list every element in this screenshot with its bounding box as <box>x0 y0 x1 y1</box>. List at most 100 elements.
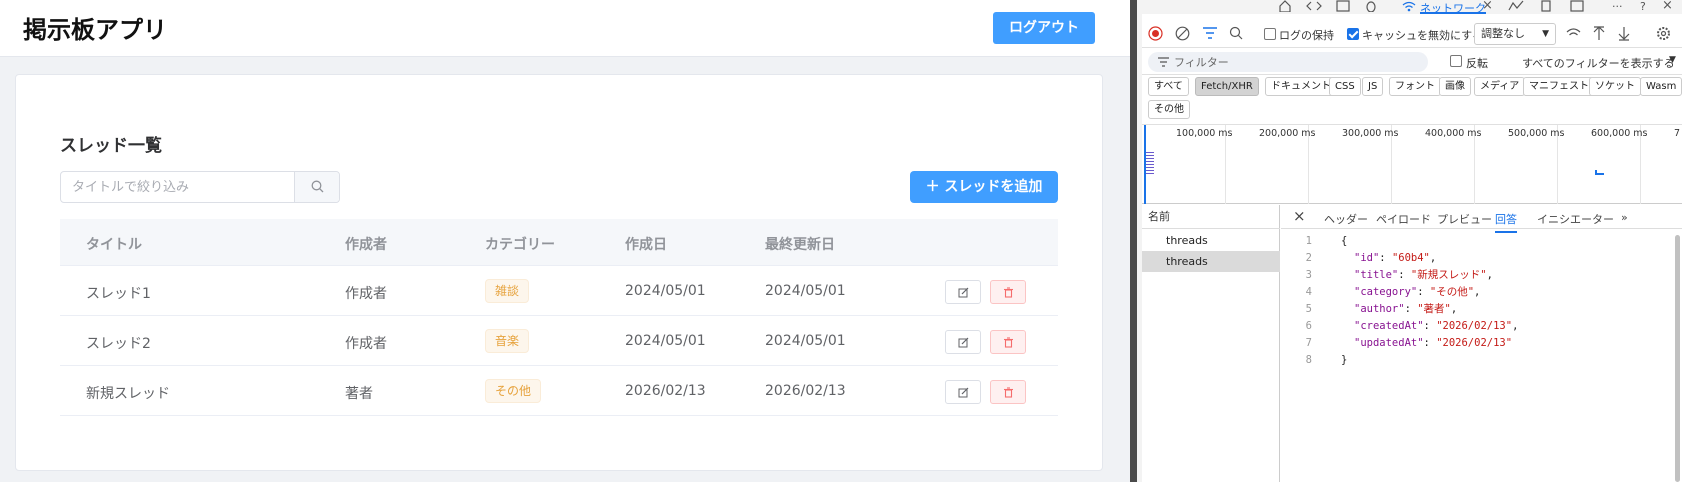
delete-button[interactable] <box>990 330 1026 354</box>
performance-icon[interactable] <box>1508 0 1524 12</box>
network-timeline: 100,000 ms 200,000 ms 300,000 ms 400,000… <box>1142 124 1682 204</box>
col-created: 作成日 <box>625 237 667 253</box>
filter-icon[interactable] <box>1202 26 1218 41</box>
search-button[interactable] <box>294 172 339 202</box>
col-author: 作成者 <box>345 237 387 253</box>
network-conditions-icon[interactable] <box>1566 27 1581 40</box>
preserve-log-checkbox[interactable] <box>1264 28 1276 40</box>
filter-chip[interactable]: 画像 <box>1439 77 1471 96</box>
category-tag: その他 <box>485 379 542 403</box>
code-line: 3 "title": "新規スレッド", <box>1305 269 1493 281</box>
code-line: 5 "author": "著者", <box>1305 303 1458 315</box>
filter-chip[interactable]: Fetch/XHR <box>1195 77 1259 96</box>
home-icon[interactable] <box>1278 0 1292 12</box>
divider-bar <box>1130 0 1137 482</box>
col-title: タイトル <box>86 237 142 253</box>
filter-chip[interactable]: その他 <box>1148 100 1190 119</box>
wifi-icon <box>1402 1 1416 12</box>
help-icon[interactable]: ? <box>1640 0 1646 14</box>
invert-label: 反転 <box>1466 57 1488 70</box>
edit-icon <box>958 287 969 298</box>
cell-author: 作成者 <box>345 336 387 352</box>
request-list: 名前 threads threads <box>1142 205 1280 482</box>
timeline-tick: 200,000 ms <box>1259 128 1316 139</box>
timeline-tick: 7 <box>1674 128 1681 139</box>
logout-button[interactable]: ログアウト <box>993 12 1095 44</box>
add-thread-button[interactable]: ＋ スレッドを追加 <box>910 171 1058 203</box>
trash-icon <box>1004 287 1013 298</box>
clear-icon[interactable] <box>1175 26 1190 41</box>
disable-cache-checkbox[interactable] <box>1347 28 1359 40</box>
record-icon[interactable] <box>1148 26 1163 41</box>
pane-divider[interactable] <box>1130 0 1142 482</box>
delete-button[interactable] <box>990 280 1026 304</box>
edit-icon <box>958 337 969 348</box>
cell-created: 2024/05/01 <box>625 283 706 299</box>
edit-button[interactable] <box>945 380 981 404</box>
bug-icon[interactable] <box>1364 0 1378 12</box>
filter-chip[interactable]: マニフェスト <box>1523 77 1595 96</box>
trash-icon <box>1004 387 1013 398</box>
response-scrollbar[interactable] <box>1675 235 1680 482</box>
timeline-tick: 400,000 ms <box>1425 128 1482 139</box>
request-row[interactable]: threads <box>1142 251 1280 272</box>
more-tabs-icon[interactable]: » <box>1621 211 1628 224</box>
network-toolbar: ログの保持 キャッシュを無効にする 調整なし ▼ <box>1142 20 1682 48</box>
close-detail-icon[interactable]: × <box>1293 207 1306 225</box>
response-body: 1{ 2 "id": "60b4", 3 "title": "新規スレッド", 4 "… <box>1281 233 1682 482</box>
close-tab-icon[interactable]: × <box>1482 0 1493 14</box>
filter-chip[interactable]: JS <box>1362 77 1384 96</box>
col-updated: 最終更新日 <box>765 237 835 253</box>
tab-payload[interactable]: ペイロード <box>1376 211 1431 227</box>
cell-updated: 2026/02/13 <box>765 383 846 399</box>
edit-button[interactable] <box>945 280 981 304</box>
tab-preview[interactable]: プレビュー <box>1437 211 1492 227</box>
settings-gear-icon[interactable] <box>1656 26 1671 41</box>
search-icon[interactable] <box>1229 26 1243 40</box>
filter-chip[interactable]: メディア <box>1474 77 1526 96</box>
tab-initiator[interactable]: イニシエーター <box>1537 211 1614 227</box>
throttle-select[interactable]: 調整なし ▼ <box>1474 23 1556 45</box>
invert-checkbox[interactable] <box>1450 55 1462 67</box>
chevron-down-icon: ▼ <box>1542 29 1549 39</box>
console-icon[interactable] <box>1336 0 1350 12</box>
code-line: 4 "category": "その他", <box>1305 286 1481 298</box>
show-all-filters-dropdown[interactable]: すべてのフィルターを表示する <box>1522 55 1675 71</box>
filter-chip[interactable]: すべて <box>1148 77 1189 96</box>
filter-chip[interactable]: Wasm <box>1640 77 1682 96</box>
memory-icon[interactable] <box>1539 0 1553 12</box>
throttle-value: 調整なし <box>1481 27 1525 40</box>
code-line: 8} <box>1305 354 1348 366</box>
download-icon[interactable] <box>1618 26 1630 41</box>
detail-tab-strip: × ヘッダー ペイロード プレビュー 回答 イニシエーター » <box>1281 205 1682 233</box>
application-icon[interactable] <box>1570 0 1584 12</box>
name-column-header: 名前 <box>1142 205 1280 229</box>
request-panel: 名前 threads threads × ヘッダー ペイロード プレビュー 回答… <box>1142 205 1682 482</box>
cell-created: 2024/05/01 <box>625 333 706 349</box>
filter-chip[interactable]: フォント <box>1389 77 1441 96</box>
delete-button[interactable] <box>990 380 1026 404</box>
tab-network[interactable]: ネットワーク <box>1420 0 1486 15</box>
filter-row: 反転 すべてのフィルターを表示する ▼ <box>1142 49 1682 75</box>
tab-headers[interactable]: ヘッダー <box>1324 211 1368 227</box>
request-row[interactable]: threads <box>1142 230 1280 251</box>
table-row: スレッド2 作成者 音楽 2024/05/01 2024/05/01 <box>60 316 1058 366</box>
upload-icon[interactable] <box>1593 26 1605 41</box>
filter-input[interactable] <box>1174 52 1414 72</box>
filter-chip[interactable]: ソケット <box>1589 77 1641 96</box>
edit-icon <box>958 387 969 398</box>
edit-button[interactable] <box>945 330 981 354</box>
code-icon[interactable] <box>1306 0 1322 12</box>
filter-chip[interactable]: CSS <box>1329 77 1361 96</box>
devtools-panel: ネットワーク × ··· ? × ログの保持 キャッシュを無効にする 調整なし … <box>1142 0 1682 482</box>
more-tabs-icon[interactable]: ··· <box>1612 0 1623 14</box>
table-header: タイトル 作成者 カテゴリー 作成日 最終更新日 <box>60 219 1058 266</box>
filter-box <box>1148 52 1428 72</box>
search-input[interactable] <box>61 172 294 202</box>
close-devtools-icon[interactable]: × <box>1662 0 1673 14</box>
filter-chip[interactable]: ドキュメント <box>1265 77 1337 96</box>
tab-response[interactable]: 回答 <box>1495 211 1517 233</box>
search-icon <box>311 180 324 193</box>
timeline-tick: 600,000 ms <box>1591 128 1648 139</box>
devtools-tab-strip: ネットワーク × ··· ? × <box>1142 0 1682 15</box>
